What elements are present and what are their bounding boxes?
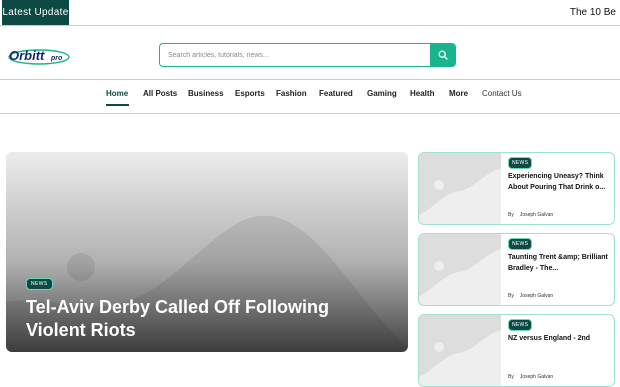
ticker-headline-link[interactable]: The 10 Be xyxy=(570,0,616,25)
ticker-label: Latest Update xyxy=(2,0,69,25)
nav-esports[interactable]: Esports xyxy=(235,89,265,98)
search-button[interactable] xyxy=(430,44,455,66)
search-input[interactable] xyxy=(160,44,430,66)
by-label: By xyxy=(508,374,514,380)
svg-text:pro: pro xyxy=(50,55,63,62)
image-placeholder-icon xyxy=(419,153,501,224)
orbitt-logo-icon: Orbitt pro xyxy=(8,48,70,65)
category-badge[interactable]: NEWS xyxy=(508,238,533,250)
by-label: By xyxy=(508,212,514,218)
site-header: Orbitt pro xyxy=(0,28,620,80)
post-thumbnail xyxy=(419,315,501,386)
side-post-title[interactable]: NZ versus England - 2nd xyxy=(508,333,612,344)
main-nav: Home All Posts Business Esports Fashion … xyxy=(0,80,620,114)
side-post-title[interactable]: Taunting Trent &amp; Brilliant Bradley -… xyxy=(508,252,612,274)
nav-home[interactable]: Home xyxy=(106,89,128,98)
nav-more[interactable]: More xyxy=(449,89,468,98)
post-author: By Joseph Galvan xyxy=(508,212,553,218)
image-placeholder-icon xyxy=(419,315,501,386)
latest-update-ticker: Latest Update The 10 Be xyxy=(0,0,620,26)
nav-all-posts[interactable]: All Posts xyxy=(143,89,177,98)
featured-post-title[interactable]: Tel-Aviv Derby Called Off Following Viol… xyxy=(26,296,386,342)
category-badge[interactable]: NEWS xyxy=(508,319,533,331)
nav-fashion[interactable]: Fashion xyxy=(276,89,307,98)
nav-health[interactable]: Health xyxy=(410,89,434,98)
search-bar xyxy=(159,43,456,67)
featured-post-card[interactable]: NEWS Tel-Aviv Derby Called Off Following… xyxy=(6,152,408,352)
side-post-card[interactable]: NEWS NZ versus England - 2nd By Joseph Ga… xyxy=(418,314,615,387)
by-label: By xyxy=(508,293,514,299)
image-placeholder-icon xyxy=(419,234,501,305)
author-name[interactable]: Joseph Galvan xyxy=(520,374,553,380)
search-icon xyxy=(438,50,448,60)
nav-business[interactable]: Business xyxy=(188,89,224,98)
category-badge[interactable]: NEWS xyxy=(508,157,533,169)
nav-contact-us[interactable]: Contact Us xyxy=(482,89,522,98)
post-author: By Joseph Galvan xyxy=(508,293,553,299)
nav-gaming[interactable]: Gaming xyxy=(367,89,397,98)
side-post-card[interactable]: NEWS Experiencing Uneasy? Think About Po… xyxy=(418,152,615,225)
side-post-card[interactable]: NEWS Taunting Trent &amp; Brilliant Brad… xyxy=(418,233,615,306)
category-badge[interactable]: NEWS xyxy=(26,278,53,290)
nav-featured[interactable]: Featured xyxy=(319,89,353,98)
side-post-title[interactable]: Experiencing Uneasy? Think About Pouring… xyxy=(508,171,612,193)
author-name[interactable]: Joseph Galvan xyxy=(520,293,553,299)
site-logo[interactable]: Orbitt pro xyxy=(8,46,71,66)
nav-active-indicator xyxy=(106,104,129,106)
author-name[interactable]: Joseph Galvan xyxy=(520,212,553,218)
post-author: By Joseph Galvan xyxy=(508,374,553,380)
svg-text:Orbitt: Orbitt xyxy=(9,48,45,63)
post-thumbnail xyxy=(419,153,501,224)
post-thumbnail xyxy=(419,234,501,305)
